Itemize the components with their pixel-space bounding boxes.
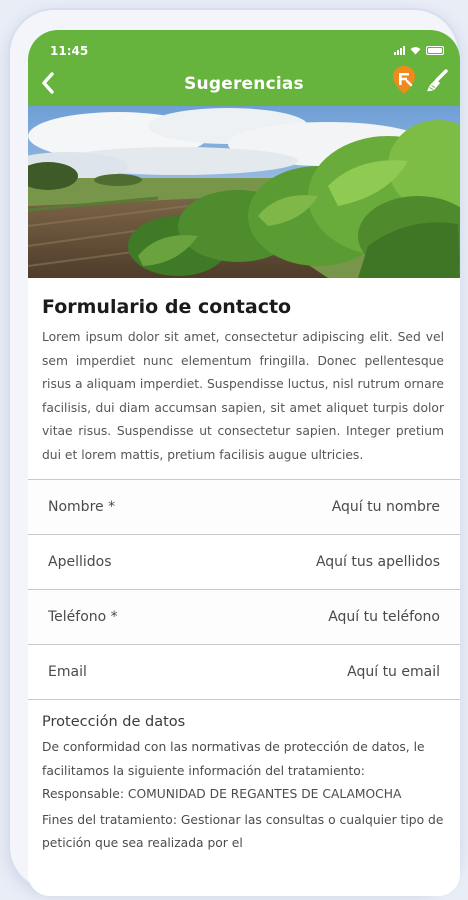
name-field-row: Nombre *	[28, 480, 460, 535]
status-time: 11:45	[50, 44, 89, 58]
phone-label: Teléfono *	[48, 609, 118, 625]
name-label: Nombre *	[48, 499, 116, 515]
name-input[interactable]	[220, 499, 440, 515]
status-icons	[394, 45, 444, 55]
battery-icon	[426, 46, 444, 55]
wifi-icon	[410, 47, 421, 55]
email-field-row: Email	[28, 645, 460, 700]
location-pin-icon	[393, 66, 415, 94]
phone-field-row: Teléfono *	[28, 590, 460, 645]
scroll-fade	[28, 866, 460, 896]
surname-label: Apellidos	[48, 554, 112, 570]
clear-form-button[interactable]	[424, 68, 450, 94]
phone-input[interactable]	[220, 609, 440, 625]
phone-frame: 11:45 Sugerencias Formulario de contacto…	[8, 8, 460, 896]
brush-icon	[427, 69, 448, 92]
location-button[interactable]	[390, 64, 418, 96]
signal-icon	[394, 45, 405, 55]
email-label: Email	[48, 664, 87, 680]
privacy-purpose-paragraph: Fines del tratamiento: Gestionar las con…	[42, 812, 444, 851]
app-screen: 11:45 Sugerencias Formulario de contacto…	[28, 30, 460, 896]
privacy-paragraph: De conformidad con las normativas de pro…	[42, 740, 425, 801]
hero-image	[28, 106, 460, 278]
data-protection-section: Protección de datos De conformidad con l…	[28, 700, 460, 856]
form-title: Formulario de contacto	[42, 296, 292, 318]
contact-fields: Nombre * Apellidos Teléfono * Email	[28, 479, 460, 700]
form-description: Lorem ipsum dolor sit amet, consectetur …	[42, 330, 444, 462]
email-input[interactable]	[220, 664, 440, 680]
privacy-title: Protección de datos	[42, 714, 186, 730]
contact-form-section: Formulario de contacto Lorem ipsum dolor…	[28, 278, 460, 467]
app-header: 11:45 Sugerencias	[28, 30, 460, 106]
surname-field-row: Apellidos	[28, 535, 460, 590]
surname-input[interactable]	[220, 554, 440, 570]
field-crops-photo	[28, 106, 460, 278]
